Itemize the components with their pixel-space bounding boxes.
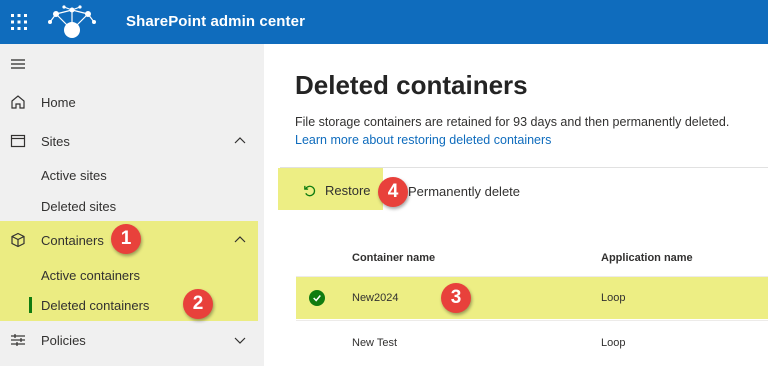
nav-subitem-deleted-sites[interactable]: Deleted sites (0, 192, 264, 220)
sites-icon (10, 134, 26, 148)
permanently-delete-button[interactable]: Permanently delete (408, 184, 520, 199)
sharepoint-network-logo (48, 5, 96, 38)
learn-more-link[interactable]: Learn more about restoring deleted conta… (295, 133, 551, 147)
app-title: SharePoint admin center (126, 13, 306, 30)
cell-container-name: New Test (352, 337, 398, 349)
chevron-up-icon[interactable] (233, 134, 247, 148)
checkmark-icon[interactable] (309, 290, 325, 306)
restore-label: Restore (325, 183, 371, 198)
nav-sublabel-deleted-sites: Deleted sites (41, 198, 117, 214)
nav-sublabel-deleted-containers: Deleted containers (41, 297, 150, 313)
table-row-divider (296, 320, 768, 321)
column-header-application-name[interactable]: Application name (601, 252, 693, 264)
chevron-up-icon[interactable] (233, 233, 247, 247)
nav-subitem-deleted-containers[interactable]: Deleted containers (0, 291, 264, 319)
nav-item-home[interactable]: Home (0, 85, 264, 119)
annotation-badge-1: 1 (111, 224, 141, 254)
top-header-bar: SharePoint admin center (0, 0, 768, 44)
nav-label-sites: Sites (41, 133, 70, 149)
nav-label-home: Home (41, 94, 76, 110)
permanently-delete-label: Permanently delete (408, 184, 521, 199)
containers-icon (11, 232, 25, 248)
annotation-badge-3: 3 (441, 283, 471, 313)
nav-label-containers: Containers (41, 232, 104, 248)
chevron-down-icon[interactable] (233, 333, 247, 347)
nav-item-policies[interactable]: Policies (0, 323, 264, 357)
selected-indicator (29, 297, 32, 313)
nav-item-sites[interactable]: Sites (0, 124, 264, 158)
cell-application-name: Loop (601, 337, 626, 349)
command-bar-divider (280, 167, 768, 168)
annotation-badge-4: 4 (378, 177, 408, 207)
policies-icon (11, 334, 25, 346)
nav-sublabel-active-sites: Active sites (41, 167, 107, 183)
cell-container-name: New2024 (352, 292, 399, 304)
page-description: File storage containers are retained for… (295, 115, 730, 129)
nav-label-policies: Policies (41, 332, 86, 348)
page-title: Deleted containers (295, 70, 528, 100)
home-icon (11, 95, 25, 109)
annotation-badge-2: 2 (183, 289, 213, 319)
restore-button[interactable]: Restore (302, 183, 371, 198)
nav-sublabel-active-containers: Active containers (41, 267, 140, 283)
check-glyph (313, 295, 321, 302)
column-header-container-name[interactable]: Container name (352, 252, 435, 264)
restore-icon (304, 185, 316, 197)
table-header-divider (296, 276, 768, 277)
cell-application-name: Loop (601, 292, 626, 304)
hamburger-icon[interactable] (10, 57, 26, 71)
app-launcher-icon[interactable] (9, 12, 29, 32)
nav-subitem-active-containers[interactable]: Active containers (0, 261, 264, 289)
nav-subitem-active-sites[interactable]: Active sites (0, 161, 264, 189)
